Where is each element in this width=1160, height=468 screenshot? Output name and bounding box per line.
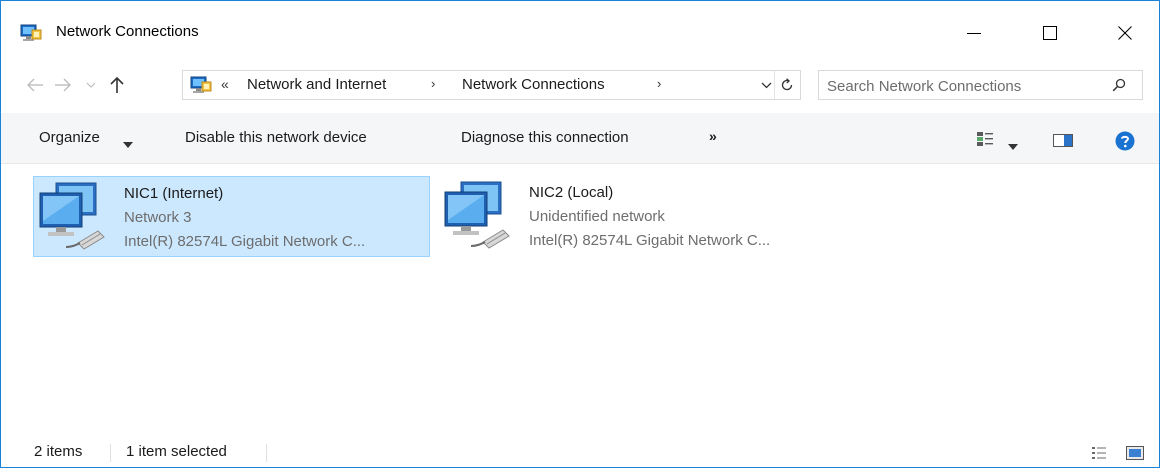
more-commands-button[interactable]: »	[709, 128, 717, 144]
network-connections-icon	[190, 74, 212, 96]
diagnose-connection-button[interactable]: Diagnose this connection	[461, 129, 629, 146]
window-title: Network Connections	[56, 23, 199, 40]
caret-down-icon[interactable]	[123, 135, 133, 152]
disable-device-button[interactable]: Disable this network device	[185, 129, 367, 146]
address-divider	[774, 71, 775, 99]
refresh-button[interactable]	[776, 74, 798, 96]
item-count: 2 items	[34, 443, 83, 460]
command-bar: Organize Disable this network device Dia…	[1, 113, 1159, 164]
arrow-left-icon	[27, 78, 43, 92]
organize-button[interactable]: Organize	[39, 129, 100, 146]
connection-name: NIC1 (Internet)	[124, 185, 224, 202]
minimize-icon	[967, 33, 981, 34]
connection-item-nic1[interactable]: NIC1 (Internet) Network 3 Intel(R) 82574…	[33, 176, 430, 257]
chevron-down-icon	[761, 82, 771, 88]
change-view-icon[interactable]	[976, 131, 994, 147]
address-bar[interactable]: « Network and Internet › Network Connect…	[182, 70, 801, 100]
status-divider	[110, 444, 111, 462]
status-bar: 2 items 1 item selected	[1, 431, 1159, 467]
arrow-up-icon	[110, 76, 124, 93]
recent-locations-button[interactable]	[83, 71, 99, 99]
status-divider	[266, 444, 267, 462]
back-button[interactable]	[23, 71, 47, 99]
search-icon[interactable]	[1109, 75, 1129, 95]
close-button[interactable]	[1102, 10, 1148, 56]
connection-name: NIC2 (Local)	[529, 184, 614, 201]
maximize-icon	[1043, 26, 1057, 40]
connection-adapter: Intel(R) 82574L Gigabit Network C...	[124, 233, 366, 250]
view-options-caret-icon[interactable]	[1008, 137, 1018, 154]
help-icon[interactable]	[1115, 131, 1135, 151]
breadcrumb-network-and-internet[interactable]: Network and Internet	[247, 76, 386, 93]
minimize-button[interactable]	[951, 10, 997, 56]
chevron-down-icon	[86, 82, 96, 88]
refresh-icon	[781, 78, 793, 91]
search-input[interactable]	[825, 74, 1099, 98]
connection-network: Unidentified network	[529, 208, 665, 225]
connection-network: Network 3	[124, 209, 192, 226]
maximize-button[interactable]	[1027, 10, 1073, 56]
up-button[interactable]	[105, 71, 129, 99]
search-box[interactable]	[818, 70, 1143, 100]
network-adapter-icon	[443, 180, 513, 252]
forward-button[interactable]	[51, 71, 75, 99]
preview-pane-icon[interactable]	[1053, 134, 1073, 147]
arrow-right-icon	[55, 78, 71, 92]
title-bar: Network Connections	[1, 1, 1159, 61]
connections-list: NIC1 (Internet) Network 3 Intel(R) 82574…	[1, 164, 1159, 430]
breadcrumb-separator[interactable]: ›	[657, 76, 661, 91]
navigation-bar: « Network and Internet › Network Connect…	[1, 61, 1159, 113]
close-icon	[1118, 26, 1132, 40]
large-icons-view-icon[interactable]	[1126, 445, 1144, 461]
network-adapter-icon	[38, 181, 108, 253]
breadcrumb-network-connections[interactable]: Network Connections	[462, 76, 605, 93]
details-view-icon[interactable]	[1091, 445, 1107, 461]
connection-item-nic2[interactable]: NIC2 (Local) Unidentified network Intel(…	[439, 176, 836, 257]
selection-count: 1 item selected	[126, 443, 227, 460]
breadcrumb-separator[interactable]: ›	[431, 76, 435, 91]
connection-adapter: Intel(R) 82574L Gigabit Network C...	[529, 232, 771, 249]
network-connections-icon	[20, 22, 42, 44]
address-overflow-button[interactable]: «	[221, 76, 229, 92]
explorer-window: Network Connections « Network and Intern…	[0, 0, 1160, 468]
